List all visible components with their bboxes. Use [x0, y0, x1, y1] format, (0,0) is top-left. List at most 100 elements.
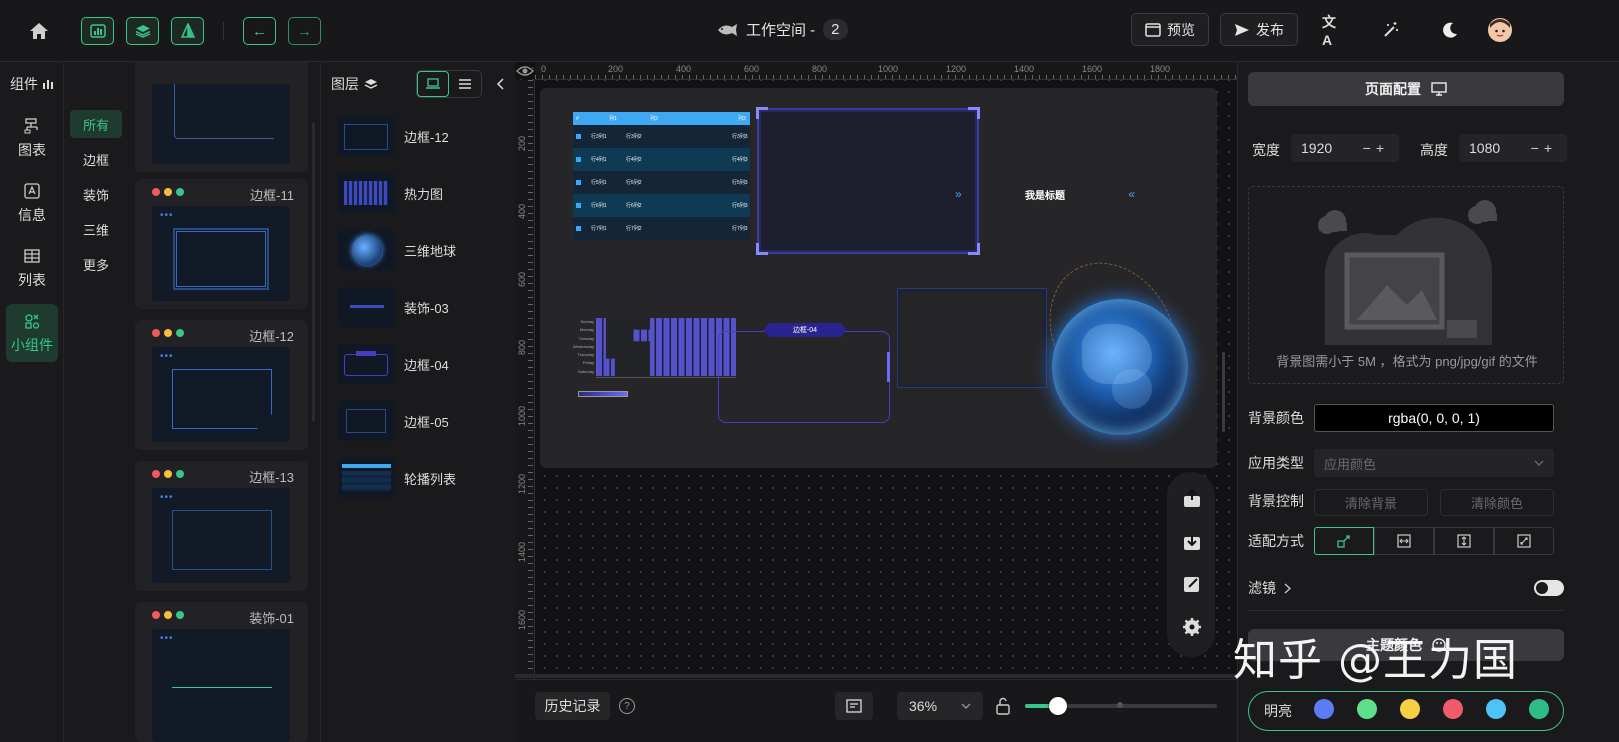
- layers-panel-toggle[interactable]: [126, 17, 159, 45]
- layer-item[interactable]: 三维地球: [338, 229, 508, 271]
- preview-button[interactable]: 预览: [1131, 13, 1209, 46]
- settings-button[interactable]: [1170, 607, 1214, 647]
- nav-widget[interactable]: 小组件: [6, 304, 58, 362]
- eye-icon[interactable]: [516, 64, 534, 78]
- bg-control-label: 背景控制: [1248, 493, 1304, 509]
- carousel-table-widget[interactable]: # 列1 列2 列3 行3列1 行3列2 行3列3 行4列1 行4列2 行4列3 行5列…: [573, 112, 750, 240]
- category-3d[interactable]: 三维: [70, 215, 122, 243]
- component-card[interactable]: [135, 62, 308, 172]
- export-button[interactable]: [1170, 478, 1214, 518]
- component-card[interactable]: 边框-11 •••: [135, 179, 308, 309]
- category-list: 所有 边框 装饰 三维 更多: [64, 62, 128, 742]
- filter-row[interactable]: 滤镜: [1248, 578, 1291, 598]
- decoration-heading-widget[interactable]: » 我是标题 «: [955, 186, 1135, 202]
- layer-item[interactable]: 装饰-03: [338, 286, 508, 328]
- config-panel-toggle[interactable]: [171, 17, 204, 45]
- height-stepper[interactable]: −+: [1531, 140, 1557, 156]
- moon-icon[interactable]: [1439, 20, 1461, 40]
- import-button[interactable]: [1170, 521, 1214, 561]
- canvas-vertical-scrollbar[interactable]: [1222, 352, 1225, 432]
- layer-item[interactable]: 边框-05: [338, 400, 508, 442]
- help-icon[interactable]: ?: [619, 698, 635, 714]
- bg-color-input[interactable]: rgba(0, 0, 0, 1): [1314, 404, 1554, 432]
- globe-widget[interactable]: [1024, 239, 1202, 443]
- window-dots: [152, 329, 184, 337]
- home-icon[interactable]: [28, 20, 50, 42]
- ruler-tick-label: 1000: [878, 64, 899, 74]
- lock-icon[interactable]: [996, 697, 1010, 715]
- layer-view-toggle: [416, 70, 482, 98]
- component-card[interactable]: 边框-12 •••: [135, 320, 308, 450]
- height-input[interactable]: 1080 −+: [1459, 134, 1567, 162]
- component-type-nav: 组件 图表 信息 列表 小组件: [0, 62, 64, 742]
- table-header-cell: #: [576, 115, 579, 122]
- publish-button[interactable]: 发布: [1220, 13, 1298, 46]
- components-title: 组件: [10, 76, 38, 92]
- border-12-widget[interactable]: [756, 107, 980, 255]
- background-upload[interactable]: 背景图需小于 5M ，格式为 png/jpg/gif 的文件: [1248, 186, 1564, 384]
- category-more[interactable]: 更多: [70, 250, 122, 278]
- magic-wand-icon[interactable]: [1380, 20, 1402, 40]
- category-all[interactable]: 所有: [70, 110, 122, 138]
- fit-mode-scale[interactable]: [1314, 527, 1374, 555]
- zoom-select[interactable]: 36%: [897, 692, 983, 720]
- fit-mode-full[interactable]: [1494, 527, 1554, 555]
- translate-icon[interactable]: 文A: [1322, 14, 1344, 48]
- chevron-left-icon: [496, 78, 504, 90]
- layer-thumb-view-button[interactable]: [417, 71, 450, 97]
- border-04-widget[interactable]: 边框-04: [718, 323, 890, 423]
- edit-button[interactable]: [1170, 564, 1214, 604]
- clear-color-button[interactable]: 清除颜色: [1440, 489, 1554, 516]
- component-card[interactable]: 边框-13 •••: [135, 461, 308, 591]
- table-cell: 行5列3: [732, 180, 748, 186]
- ruler-tick-label: 200: [517, 136, 527, 152]
- zoom-slider-thumb[interactable]: [1049, 697, 1067, 715]
- page-config-tab[interactable]: 页面配置: [1248, 72, 1564, 106]
- design-canvas[interactable]: 0 200 400 600 800 1000 1200 1400 1600 18…: [515, 62, 1237, 742]
- theme-color-swatch: [1486, 699, 1506, 719]
- minimap-button[interactable]: [835, 692, 873, 720]
- toggle-knob: [1536, 582, 1548, 594]
- category-decoration[interactable]: 装饰: [70, 180, 122, 208]
- filter-toggle[interactable]: [1534, 580, 1564, 596]
- chart-panel-toggle[interactable]: [81, 17, 114, 45]
- clear-background-button[interactable]: 清除背景: [1314, 489, 1428, 516]
- heatmap-day-label: Friday: [582, 360, 594, 366]
- nav-chart[interactable]: 图表: [6, 109, 58, 167]
- zoom-slider[interactable]: [1025, 697, 1217, 715]
- width-input[interactable]: 1920 −+: [1291, 134, 1399, 162]
- ruler-tick-label: 1400: [517, 542, 527, 563]
- avatar[interactable]: [1488, 18, 1512, 42]
- layer-item[interactable]: 边框-04: [338, 343, 508, 385]
- nav-info[interactable]: 信息: [6, 174, 58, 232]
- fit-mode-width[interactable]: [1374, 527, 1434, 555]
- gallery-scrollbar[interactable]: [312, 122, 315, 422]
- canvas-horizontal-scrollbar[interactable]: [515, 674, 1237, 678]
- layer-item[interactable]: 热力图: [338, 172, 508, 214]
- bg-color-label: 背景颜色: [1248, 410, 1304, 426]
- undo-button[interactable]: ←: [243, 17, 276, 45]
- artboard[interactable]: # 列1 列2 列3 行3列1 行3列2 行3列3 行4列1 行4列2 行4列3 行5列…: [540, 88, 1217, 468]
- apply-type-select[interactable]: 应用颜色: [1314, 449, 1554, 477]
- workspace-count-badge: 2: [823, 19, 848, 40]
- heatmap-day-label: Monday: [579, 327, 594, 333]
- ruler-tick-label: 1600: [517, 610, 527, 631]
- border-05-widget[interactable]: [897, 288, 1047, 388]
- layer-list-view-button[interactable]: [449, 71, 481, 97]
- component-card[interactable]: 装饰-01 •••: [135, 602, 308, 742]
- category-border[interactable]: 边框: [70, 145, 122, 173]
- layer-item[interactable]: 边框-12: [338, 115, 508, 157]
- workspace-title: 工作空间 - 2: [716, 19, 848, 40]
- width-stepper[interactable]: −+: [1363, 140, 1389, 156]
- collapse-panel-button[interactable]: [489, 72, 511, 96]
- table-cell: 行3列2: [626, 134, 642, 140]
- decoration-heading-text: 我是标题: [1025, 190, 1065, 202]
- redo-button[interactable]: →: [288, 17, 321, 45]
- nav-list[interactable]: 列表: [6, 239, 58, 297]
- monitor-icon: [1431, 82, 1447, 96]
- heatmap-widget[interactable]: Sunday Monday Tuesday Wednesday Thursday…: [570, 316, 740, 406]
- layer-item[interactable]: 轮播列表: [338, 457, 508, 499]
- border-04-label: 边框-04: [792, 327, 818, 334]
- fit-mode-height[interactable]: [1434, 527, 1494, 555]
- history-button[interactable]: 历史记录: [535, 692, 610, 720]
